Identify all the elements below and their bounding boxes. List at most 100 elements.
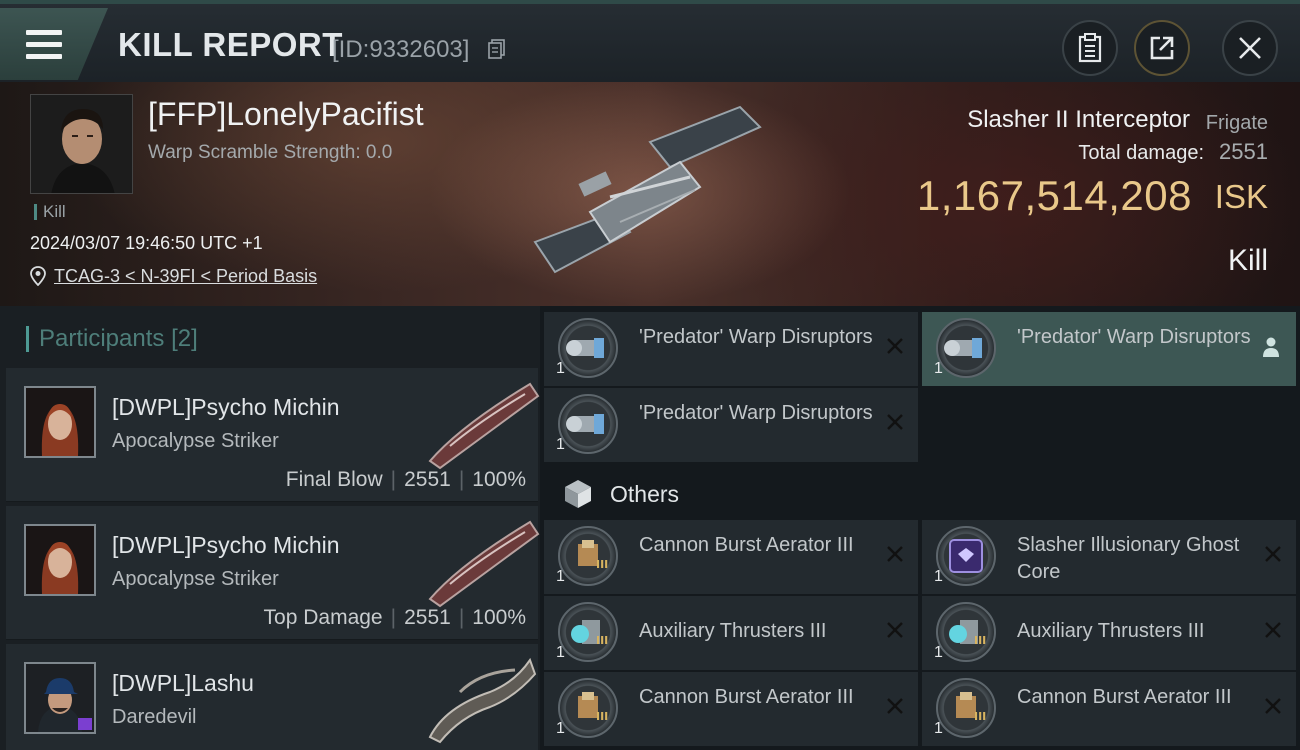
tier-badge: III bbox=[596, 710, 609, 723]
auxiliary-thrusters-icon bbox=[558, 602, 618, 662]
participant-stats: Top Damage | 2551 | 100% bbox=[263, 606, 526, 629]
tier-badge: III bbox=[596, 634, 609, 647]
victim-ship-render bbox=[533, 105, 762, 274]
module-quantity: 1 bbox=[934, 360, 943, 377]
module-name: Slasher Illusionary Ghost Core bbox=[1017, 534, 1240, 583]
module-slot[interactable]: III 1 Cannon Burst Aerator III bbox=[544, 520, 918, 594]
cannon-burst-aerator-icon bbox=[558, 526, 618, 586]
module-quantity: 1 bbox=[934, 568, 943, 585]
module-name: Cannon Burst Aerator III bbox=[639, 686, 854, 708]
module-slot[interactable]: III 1 Cannon Burst Aerator III bbox=[544, 672, 918, 746]
participants-count: [2] bbox=[171, 325, 198, 352]
module-quantity: 1 bbox=[556, 436, 565, 453]
participant-damage: 2551 bbox=[404, 468, 451, 491]
participant-ship: Daredevil bbox=[112, 706, 197, 728]
participant-ship: Apocalypse Striker bbox=[112, 430, 279, 452]
tier-badge: III bbox=[596, 558, 609, 571]
destroyed-x-icon bbox=[887, 414, 903, 430]
tier-badge: III bbox=[974, 710, 987, 723]
participant-row[interactable]: [DWPL]Psycho Michin Apocalypse Striker T… bbox=[6, 506, 540, 640]
participant-percent: 100% bbox=[472, 468, 526, 491]
module-quantity: 1 bbox=[556, 644, 565, 661]
module-slot[interactable]: 1 'Predator' Warp Disruptors bbox=[544, 388, 918, 462]
others-section-header: Others bbox=[562, 474, 679, 514]
victim-name[interactable]: [FFP]LonelyPacifist bbox=[148, 96, 424, 133]
victim-banner: [FFP]LonelyPacifist Warp Scramble Streng… bbox=[0, 82, 1300, 306]
kill-timestamp: 2024/03/07 19:46:50 UTC +1 bbox=[30, 233, 263, 253]
isk-value: 1,167,514,208 bbox=[916, 172, 1192, 219]
warp-scramble-strength: Warp Scramble Strength: 0.0 bbox=[148, 142, 393, 163]
isk-unit: ISK bbox=[1214, 178, 1268, 215]
participant-damage: 2551 bbox=[404, 606, 451, 629]
module-slot[interactable]: 1 'Predator' Warp Disruptors bbox=[544, 312, 918, 386]
module-quantity: 1 bbox=[556, 360, 565, 377]
tier-badge: III bbox=[974, 634, 987, 647]
ghost-core-icon bbox=[936, 526, 996, 586]
module-quantity: 1 bbox=[934, 720, 943, 737]
header-bar: KILL REPORT [ID:9332603] bbox=[0, 0, 1300, 82]
cube-icon bbox=[565, 480, 591, 508]
module-slot[interactable]: III 1 Auxiliary Thrusters III bbox=[922, 596, 1296, 670]
kill-tag: Kill bbox=[34, 203, 66, 220]
clipboard-icon bbox=[1078, 33, 1102, 63]
participant-row[interactable]: [DWPL]Psycho Michin Apocalypse Striker F… bbox=[6, 368, 540, 502]
page-title: KILL REPORT bbox=[118, 26, 343, 63]
destroyed-x-icon bbox=[1265, 698, 1281, 714]
copy-icon[interactable] bbox=[488, 39, 506, 59]
module-name: Auxiliary Thrusters III bbox=[1017, 620, 1205, 642]
participant-avatar[interactable] bbox=[24, 524, 96, 596]
participant-ship: Apocalypse Striker bbox=[112, 568, 279, 590]
module-slot[interactable]: 1 'Predator' Warp Disruptors bbox=[922, 312, 1296, 386]
module-name: Auxiliary Thrusters III bbox=[639, 620, 827, 642]
person-icon bbox=[1263, 337, 1279, 357]
auxiliary-thrusters-icon bbox=[936, 602, 996, 662]
participant-row[interactable]: [DWPL]Lashu Daredevil bbox=[6, 644, 538, 750]
participants-title: Participants bbox=[39, 325, 165, 352]
module-name: 'Predator' Warp Disruptors bbox=[639, 402, 873, 424]
result-label: Kill bbox=[1227, 244, 1268, 277]
module-name: 'Predator' Warp Disruptors bbox=[1017, 326, 1251, 348]
participant-label: Final Blow bbox=[285, 468, 383, 491]
participant-ship-render bbox=[428, 657, 537, 744]
victim-ship-class: Frigate bbox=[1205, 112, 1268, 134]
module-slot[interactable]: III 1 Cannon Burst Aerator III bbox=[922, 672, 1296, 746]
share-button[interactable] bbox=[1134, 20, 1190, 76]
destroyed-x-icon bbox=[1265, 546, 1281, 562]
destroyed-x-icon bbox=[887, 546, 903, 562]
warp-disruptor-icon bbox=[936, 318, 996, 378]
others-label: Others bbox=[610, 480, 680, 507]
participant-ship-render bbox=[428, 382, 540, 470]
location-link[interactable]: TCAG-3 < N-39FI < Period Basis bbox=[54, 266, 317, 287]
module-quantity: 1 bbox=[934, 644, 943, 661]
module-name: Cannon Burst Aerator III bbox=[639, 534, 854, 556]
menu-button[interactable] bbox=[0, 8, 108, 80]
module-slot[interactable]: 1 Slasher Illusionary Ghost Core bbox=[922, 520, 1296, 594]
close-icon bbox=[1239, 37, 1261, 59]
participant-stats: Final Blow | 2551 | 100% bbox=[285, 468, 526, 491]
clipboard-button[interactable] bbox=[1062, 20, 1118, 76]
close-button[interactable] bbox=[1222, 20, 1278, 76]
module-quantity: 1 bbox=[556, 720, 565, 737]
participant-name: [DWPL]Psycho Michin bbox=[112, 532, 340, 558]
module-quantity: 1 bbox=[556, 568, 565, 585]
participant-percent: 100% bbox=[472, 606, 526, 629]
participants-header: Participants [2] bbox=[26, 326, 198, 352]
warp-disruptor-icon bbox=[558, 318, 618, 378]
warp-disruptor-icon bbox=[558, 394, 618, 454]
victim-avatar[interactable] bbox=[30, 94, 133, 194]
participants-panel: Participants [2] [DWPL]Psycho Michin Apo… bbox=[0, 306, 540, 750]
module-name: Cannon Burst Aerator III bbox=[1017, 686, 1232, 708]
participant-ship-render bbox=[428, 520, 540, 608]
cannon-burst-aerator-icon bbox=[936, 678, 996, 738]
participant-name: [DWPL]Lashu bbox=[112, 670, 254, 696]
participant-avatar[interactable] bbox=[24, 386, 96, 458]
destroyed-x-icon bbox=[1265, 622, 1281, 638]
total-damage-label: Total damage: bbox=[1078, 142, 1204, 164]
module-slot[interactable]: III 1 Auxiliary Thrusters III bbox=[544, 596, 918, 670]
participant-name: [DWPL]Psycho Michin bbox=[112, 394, 340, 420]
share-icon bbox=[1150, 36, 1174, 60]
victim-ship-name[interactable]: Slasher II Interceptor bbox=[967, 106, 1190, 134]
destroyed-x-icon bbox=[887, 338, 903, 354]
menu-icon bbox=[26, 30, 62, 66]
participant-avatar[interactable] bbox=[24, 662, 96, 734]
